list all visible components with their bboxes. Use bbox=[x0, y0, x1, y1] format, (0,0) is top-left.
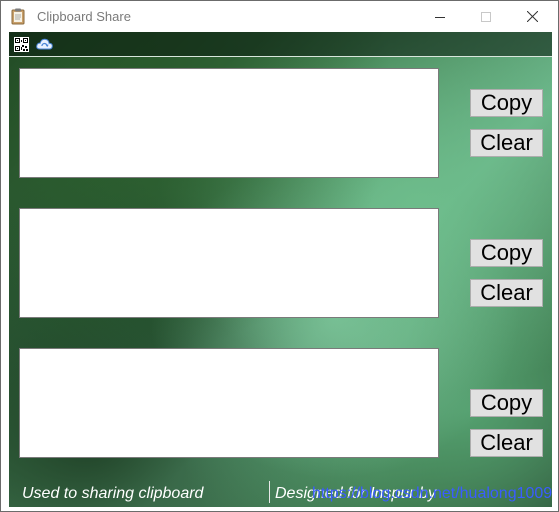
toolbar-divider bbox=[9, 56, 552, 57]
title-bar[interactable]: Clipboard Share bbox=[1, 1, 558, 32]
copy-button-3[interactable]: Copy bbox=[470, 389, 543, 417]
clipboard-app-icon bbox=[11, 8, 25, 25]
maximize-button[interactable] bbox=[463, 1, 509, 32]
copy-button-1[interactable]: Copy bbox=[470, 89, 543, 117]
clear-button-2[interactable]: Clear bbox=[470, 279, 543, 307]
status-separator bbox=[269, 481, 270, 503]
qr-code-icon[interactable] bbox=[14, 37, 29, 52]
clear-button-1[interactable]: Clear bbox=[470, 129, 543, 157]
cloud-icon[interactable] bbox=[36, 37, 53, 51]
maximize-icon bbox=[481, 11, 491, 22]
window-title: Clipboard Share bbox=[37, 9, 131, 24]
clear-button-3[interactable]: Clear bbox=[470, 429, 543, 457]
clipboard-text-3[interactable] bbox=[19, 348, 439, 458]
close-button[interactable] bbox=[509, 1, 555, 32]
clipboard-text-1[interactable] bbox=[19, 68, 439, 178]
author-link[interactable]: https://blog.csdn.net/hualong1009 bbox=[312, 485, 552, 503]
main-panel: Copy Clear Copy Clear Copy Clear Used to… bbox=[9, 32, 552, 507]
clipboard-text-2[interactable] bbox=[19, 208, 439, 318]
minimize-icon bbox=[435, 16, 445, 18]
toolbar bbox=[9, 32, 552, 56]
status-description: Used to sharing clipboard bbox=[22, 485, 204, 502]
app-window: Clipboard Share Copy Clear Copy Clear Co… bbox=[0, 0, 559, 512]
copy-button-2[interactable]: Copy bbox=[470, 239, 543, 267]
minimize-button[interactable] bbox=[417, 1, 463, 32]
close-icon bbox=[526, 11, 538, 22]
